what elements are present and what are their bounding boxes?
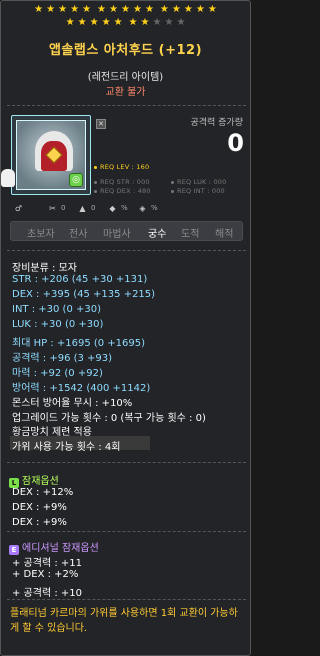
scissors-icon: ✂ — [49, 204, 56, 213]
star-icon: ★ — [65, 17, 75, 28]
item-icon: ◎ — [16, 120, 86, 190]
stat-equip-type: 장비분류 : 모자 — [12, 263, 77, 274]
trade-status: 교환 불가 — [105, 87, 146, 98]
gender-icon: ♂ — [14, 204, 23, 213]
job-thief: 도적 — [181, 229, 200, 240]
star-icon: ★ — [128, 17, 138, 28]
job-beginner: 초보자 — [27, 229, 55, 240]
upgrade-icon: ▲ — [79, 204, 86, 213]
stat-dex: DEX : +395 (45 +135 +215) — [12, 289, 156, 300]
bow-class-icon: ◎ — [69, 173, 83, 187]
star-icon: ★ — [159, 4, 169, 15]
star-icon: ★ — [145, 4, 154, 15]
divider — [7, 462, 246, 463]
divider — [7, 531, 246, 532]
star-force-row-1: ★ ★ ★ ★ ★ ★ ★ ★ ★ ★ ★ ★ ★ ★ ★ — [1, 4, 250, 16]
star-empty-icon: ★ — [152, 17, 162, 28]
star-icon: ★ — [133, 4, 142, 15]
potential-line: DEX : +9% — [12, 517, 67, 528]
attack-change-value: 0 — [227, 129, 244, 157]
star-icon: ★ — [46, 4, 56, 15]
divider — [7, 105, 246, 106]
stat-scissors-count: 가위 사용 가능 횟수 : 4회 — [12, 442, 121, 453]
star-empty-icon: ★ — [164, 17, 174, 28]
shield-icon: ◆ — [109, 204, 116, 213]
stat-luk: LUK : +30 (0 +30) — [12, 319, 104, 330]
job-magician: 마법사 — [103, 229, 131, 240]
potential-header: L 잠재옵션 — [9, 472, 59, 488]
stat-magic: 마력 : +92 (0 +92) — [12, 368, 103, 379]
divider — [7, 599, 246, 600]
star-icon: ★ — [77, 17, 87, 28]
star-icon: ★ — [207, 4, 217, 15]
star-icon: ★ — [183, 4, 193, 15]
star-icon: ★ — [82, 4, 92, 15]
star-icon: ★ — [89, 17, 99, 28]
star-empty-icon: ★ — [176, 17, 186, 28]
star-icon: ★ — [70, 4, 80, 15]
item-tooltip: ★ ★ ★ ★ ★ ★ ★ ★ ★ ★ ★ ★ ★ ★ ★ ★ ★ ★ ★ ★ ★ ★ ★ ★ ★ 앱솔랩스 아처후드 … — [0, 0, 251, 656]
stat-upgrade-count: 업그레이드 가능 횟수 : 0 (복구 가능 횟수 : 0) — [12, 413, 206, 424]
stat-defense: 방어력 : +1542 (400 +1142) — [12, 383, 151, 394]
item-icon-frame: ◎ — [11, 115, 91, 195]
potential-line: DEX : +12% — [12, 487, 74, 498]
star-icon: ★ — [34, 4, 44, 15]
req-luk: REQ LUK : 000 — [171, 178, 226, 186]
additional-potential-line: + 공격력 : +11 — [12, 558, 82, 569]
star-icon: ★ — [101, 17, 111, 28]
star-icon: ★ — [195, 4, 205, 15]
item-name: 앱솔랩스 아처후드 (+12) — [48, 43, 203, 58]
req-level: REQ LEV : 160 — [94, 163, 149, 171]
job-bowman: 궁수 — [148, 229, 167, 240]
star-force-row-2: ★ ★ ★ ★ ★ ★ ★ ★ ★ ★ — [1, 17, 250, 29]
star-icon: ★ — [171, 4, 181, 15]
req-dex: REQ DEX : 480 — [94, 187, 151, 195]
additional-potential-header: E 에디셔널 잠재옵션 — [9, 539, 99, 555]
item-grade: (레전드리 아이템) — [87, 72, 164, 83]
req-int: REQ INT : 000 — [171, 187, 225, 195]
job-warrior: 전사 — [69, 229, 88, 240]
stat-ignore-defense: 몬스터 방어율 무시 : +10% — [12, 398, 133, 409]
hand-cursor-icon — [1, 169, 15, 187]
stat-int: INT : +30 (0 +30) — [12, 304, 101, 315]
star-icon: ★ — [97, 4, 106, 15]
divider — [7, 250, 246, 251]
req-str: REQ STR : 000 — [94, 178, 150, 186]
star-icon: ★ — [121, 4, 130, 15]
additional-potential-line: + DEX : +2% — [12, 569, 79, 580]
job-pirate: 해적 — [215, 229, 234, 240]
trade-hint: 플래티넘 카르마의 가위를 사용하면 1회 교환이 가능하게 할 수 있습니다. — [10, 608, 238, 634]
additional-potential-line: + 공격력 : +10 — [12, 588, 82, 599]
potential-icon: ◈ — [139, 204, 146, 213]
potential-line: DEX : +9% — [12, 502, 67, 513]
close-icon[interactable]: ✕ — [96, 119, 106, 129]
item-flags-row: ♂ ✂ 0 ▲ 0 ◆ % ◈ % — [14, 204, 158, 213]
stat-attack: 공격력 : +96 (3 +93) — [12, 353, 113, 364]
attack-change-label: 공격력 증가량 — [190, 118, 243, 128]
stat-str: STR : +206 (45 +30 +131) — [12, 274, 148, 285]
star-icon: ★ — [140, 17, 150, 28]
stat-max-hp: 최대 HP : +1695 (0 +1695) — [12, 338, 146, 349]
star-icon: ★ — [58, 4, 68, 15]
job-class-bar: 초보자 전사 마법사 궁수 도적 해적 — [10, 221, 243, 241]
star-icon: ★ — [113, 17, 123, 28]
star-icon: ★ — [109, 4, 118, 15]
stat-golden-hammer: 황금망치 제련 적용 — [12, 427, 92, 438]
